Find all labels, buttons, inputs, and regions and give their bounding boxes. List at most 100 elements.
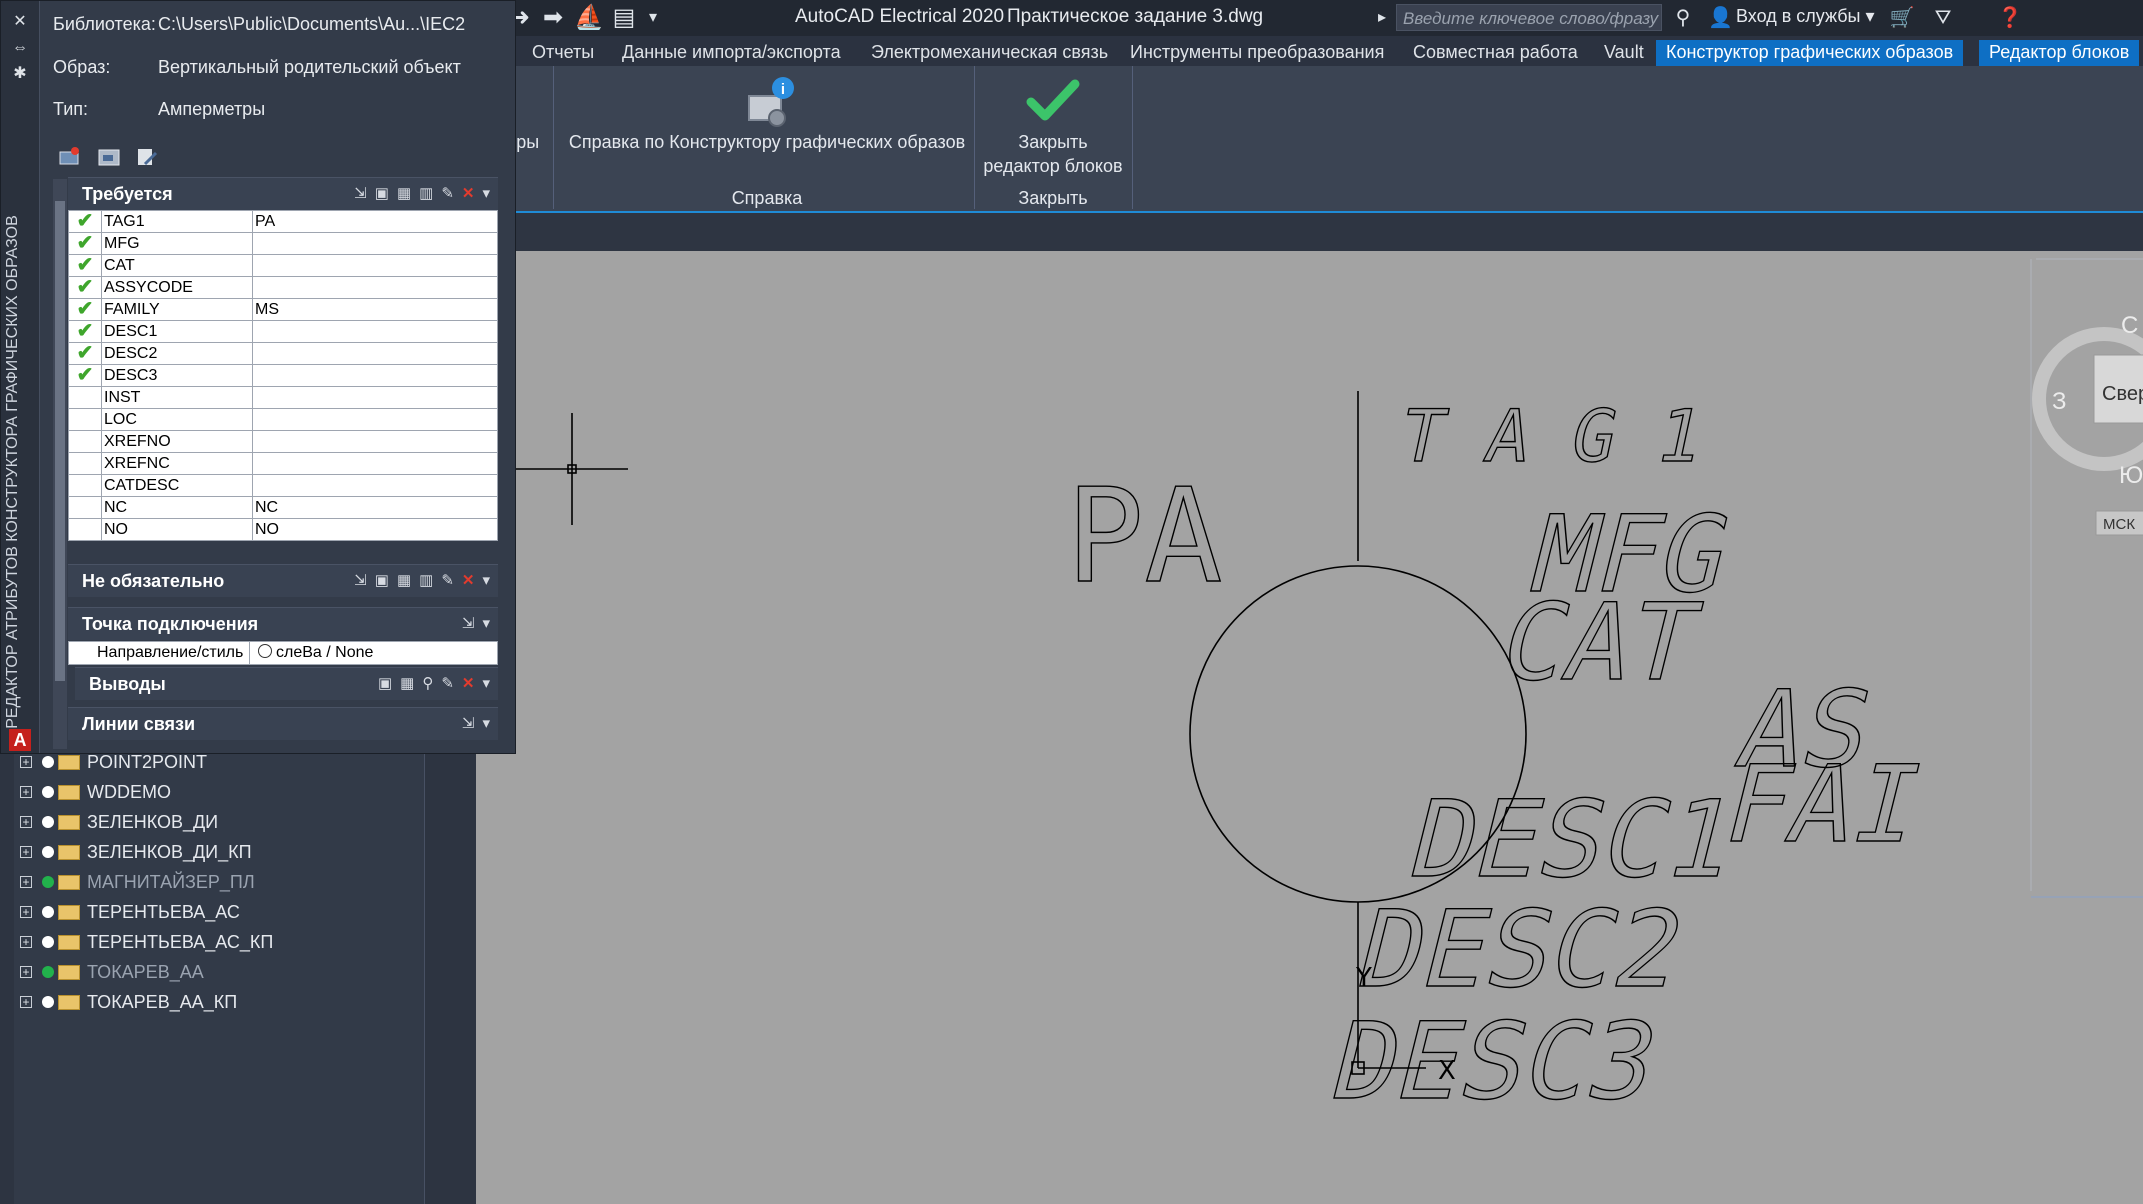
section-connection-point[interactable]: Точка подключения ⇲ ▾ bbox=[68, 607, 498, 640]
table-row[interactable]: ✔ DESC3 bbox=[68, 364, 498, 387]
section-optional[interactable]: Не обязательно ⇲ ▣ ▦ ▥ ✎ ✕ ▾ bbox=[68, 564, 498, 597]
user-icon[interactable]: 👤 bbox=[1708, 4, 1733, 32]
tab-block-editor[interactable]: Редактор блоков bbox=[1979, 40, 2140, 66]
table-row[interactable]: XREFNC bbox=[68, 452, 498, 475]
attribute-value[interactable] bbox=[252, 474, 498, 497]
insert-attribute-icon[interactable] bbox=[57, 146, 81, 168]
expand-icon[interactable]: + bbox=[20, 966, 32, 978]
edit-icon[interactable]: ✎ bbox=[441, 674, 454, 692]
table-row[interactable]: ✔ DESC1 bbox=[68, 320, 498, 343]
insert-icon[interactable]: ▣ bbox=[375, 184, 389, 202]
columns-icon[interactable]: ▥ bbox=[419, 571, 433, 589]
attribute-value[interactable] bbox=[252, 320, 498, 343]
delete-icon[interactable]: ✕ bbox=[462, 184, 475, 202]
delete-icon[interactable]: ✕ bbox=[462, 674, 475, 692]
section-pins[interactable]: Выводы ▣ ▦ ⚲ ✎ ✕ ▾ bbox=[75, 667, 498, 700]
table-icon[interactable]: ▦ bbox=[397, 571, 411, 589]
attribute-value[interactable]: MS bbox=[252, 298, 498, 321]
autohide-icon[interactable]: ⇔ bbox=[11, 39, 29, 57]
pick-point-icon[interactable]: ⇲ bbox=[462, 614, 475, 632]
connection-direction-value[interactable]: слеВа / None bbox=[249, 642, 373, 664]
insert-icon[interactable]: ▣ bbox=[375, 571, 389, 589]
binoculars-icon[interactable]: ⚲ bbox=[1670, 4, 1696, 32]
insert-block-icon[interactable] bbox=[97, 146, 121, 168]
table-row[interactable]: ✔ TAG1 PA bbox=[68, 210, 498, 233]
attribute-value[interactable] bbox=[252, 386, 498, 409]
edit-icon[interactable]: ✎ bbox=[441, 571, 454, 589]
pick-icon[interactable]: ⇲ bbox=[354, 571, 367, 589]
expand-icon[interactable]: + bbox=[20, 996, 32, 1008]
properties-icon[interactable]: ✱ bbox=[11, 65, 29, 83]
columns-icon[interactable]: ▥ bbox=[419, 184, 433, 202]
network-icon[interactable]: ⛛ bbox=[1926, 4, 1960, 32]
attribute-value[interactable] bbox=[252, 276, 498, 299]
attribute-value[interactable] bbox=[252, 430, 498, 453]
close-block-editor-button[interactable]: Закрыть редактор блоков bbox=[980, 74, 1126, 184]
arrow-right-icon[interactable]: ➡ bbox=[540, 4, 566, 32]
tab-electromechanical[interactable]: Электромеханическая связь bbox=[871, 40, 1108, 66]
table-row[interactable]: NO NO bbox=[68, 518, 498, 541]
table-row[interactable]: ✔ ASSYCODE bbox=[68, 276, 498, 299]
edit-attribute-icon[interactable] bbox=[135, 146, 159, 168]
delete-icon[interactable]: ✕ bbox=[462, 571, 475, 589]
attribute-value[interactable] bbox=[252, 342, 498, 365]
cart-icon[interactable]: 🛒 bbox=[1888, 4, 1916, 32]
attribute-value[interactable] bbox=[252, 408, 498, 431]
tab-import-export[interactable]: Данные импорта/экспорта bbox=[622, 40, 841, 66]
search-input[interactable]: Введите ключевое слово/фразу bbox=[1396, 4, 1662, 31]
dropdown-arrow-icon[interactable]: ▾ bbox=[644, 4, 662, 32]
table-icon[interactable]: ▦ bbox=[400, 674, 414, 692]
table-row[interactable]: NC NC bbox=[68, 496, 498, 519]
table-row[interactable]: ✔ DESC2 bbox=[68, 342, 498, 365]
tab-vault[interactable]: Vault bbox=[1604, 40, 1644, 66]
table-row[interactable]: LOC bbox=[68, 408, 498, 431]
collapse-chevron-icon[interactable]: ▾ bbox=[482, 674, 490, 692]
publish-icon[interactable]: ⛵ bbox=[574, 4, 604, 32]
pin-icon[interactable]: ⚲ bbox=[422, 674, 433, 692]
viewcube-north[interactable]: С bbox=[2121, 312, 2138, 339]
tab-collaboration[interactable]: Совместная работа bbox=[1413, 40, 1578, 66]
help-icon[interactable]: ❓ bbox=[1992, 4, 2028, 32]
tab-conversion-tools[interactable]: Инструменты преобразования bbox=[1130, 40, 1384, 66]
expand-icon[interactable]: + bbox=[20, 876, 32, 888]
attribute-value[interactable] bbox=[252, 254, 498, 277]
section-link-lines[interactable]: Линии связи ⇲ ▾ bbox=[68, 707, 498, 740]
close-icon[interactable]: ✕ bbox=[11, 13, 29, 31]
link-icon[interactable]: ⇲ bbox=[462, 714, 475, 732]
table-row[interactable]: XREFNO bbox=[68, 430, 498, 453]
plot-icon[interactable]: ▤ bbox=[612, 4, 636, 32]
tab-reports[interactable]: Отчеты bbox=[532, 40, 594, 66]
attribute-value[interactable]: PA bbox=[252, 210, 498, 233]
scrollbar-thumb[interactable] bbox=[55, 201, 65, 681]
expand-icon[interactable]: + bbox=[20, 846, 32, 858]
collapse-chevron-icon[interactable]: ▾ bbox=[482, 571, 490, 589]
viewcube-west[interactable]: З bbox=[2052, 388, 2067, 415]
table-row[interactable]: INST bbox=[68, 386, 498, 409]
section-required[interactable]: Требуется ⇲ ▣ ▦ ▥ ✎ ✕ ▾ bbox=[68, 177, 498, 210]
edit-icon[interactable]: ✎ bbox=[441, 184, 454, 202]
attribute-value[interactable] bbox=[252, 232, 498, 255]
tab-symbol-builder[interactable]: Конструктор графических образов bbox=[1656, 40, 1964, 66]
viewcube-south[interactable]: Ю bbox=[2119, 462, 2143, 489]
collapse-chevron-icon[interactable]: ▾ bbox=[482, 614, 490, 632]
attribute-value[interactable] bbox=[252, 452, 498, 475]
table-row[interactable]: CATDESC bbox=[68, 474, 498, 497]
palette-scrollbar[interactable] bbox=[53, 179, 67, 749]
collapse-chevron-icon[interactable]: ▾ bbox=[482, 714, 490, 732]
expand-icon[interactable]: + bbox=[20, 906, 32, 918]
insert-icon[interactable]: ▣ bbox=[378, 674, 392, 692]
signin-button[interactable]: Вход в службы ▾ bbox=[1736, 6, 1875, 27]
pick-icon[interactable]: ⇲ bbox=[354, 184, 367, 202]
table-row[interactable]: ✔ CAT bbox=[68, 254, 498, 277]
table-row[interactable]: ✔ MFG bbox=[68, 232, 498, 255]
expand-icon[interactable]: + bbox=[20, 816, 32, 828]
drawing-canvas[interactable]: TAG1 PA MFG CAT DESC1 DESC2 DESC3 AS FAI… bbox=[476, 251, 2143, 1204]
attribute-value[interactable]: NO bbox=[252, 518, 498, 541]
table-icon[interactable]: ▦ bbox=[397, 184, 411, 202]
expand-icon[interactable]: + bbox=[20, 936, 32, 948]
help-button[interactable]: i Справка по Конструктору графических об… bbox=[560, 74, 974, 174]
table-row[interactable]: ✔ FAMILY MS bbox=[68, 298, 498, 321]
attribute-value[interactable]: NC bbox=[252, 496, 498, 519]
expand-arrow-icon[interactable]: ▸ bbox=[1375, 4, 1389, 32]
connection-direction-row[interactable]: Направление/стиль слеВа / None bbox=[68, 641, 498, 665]
